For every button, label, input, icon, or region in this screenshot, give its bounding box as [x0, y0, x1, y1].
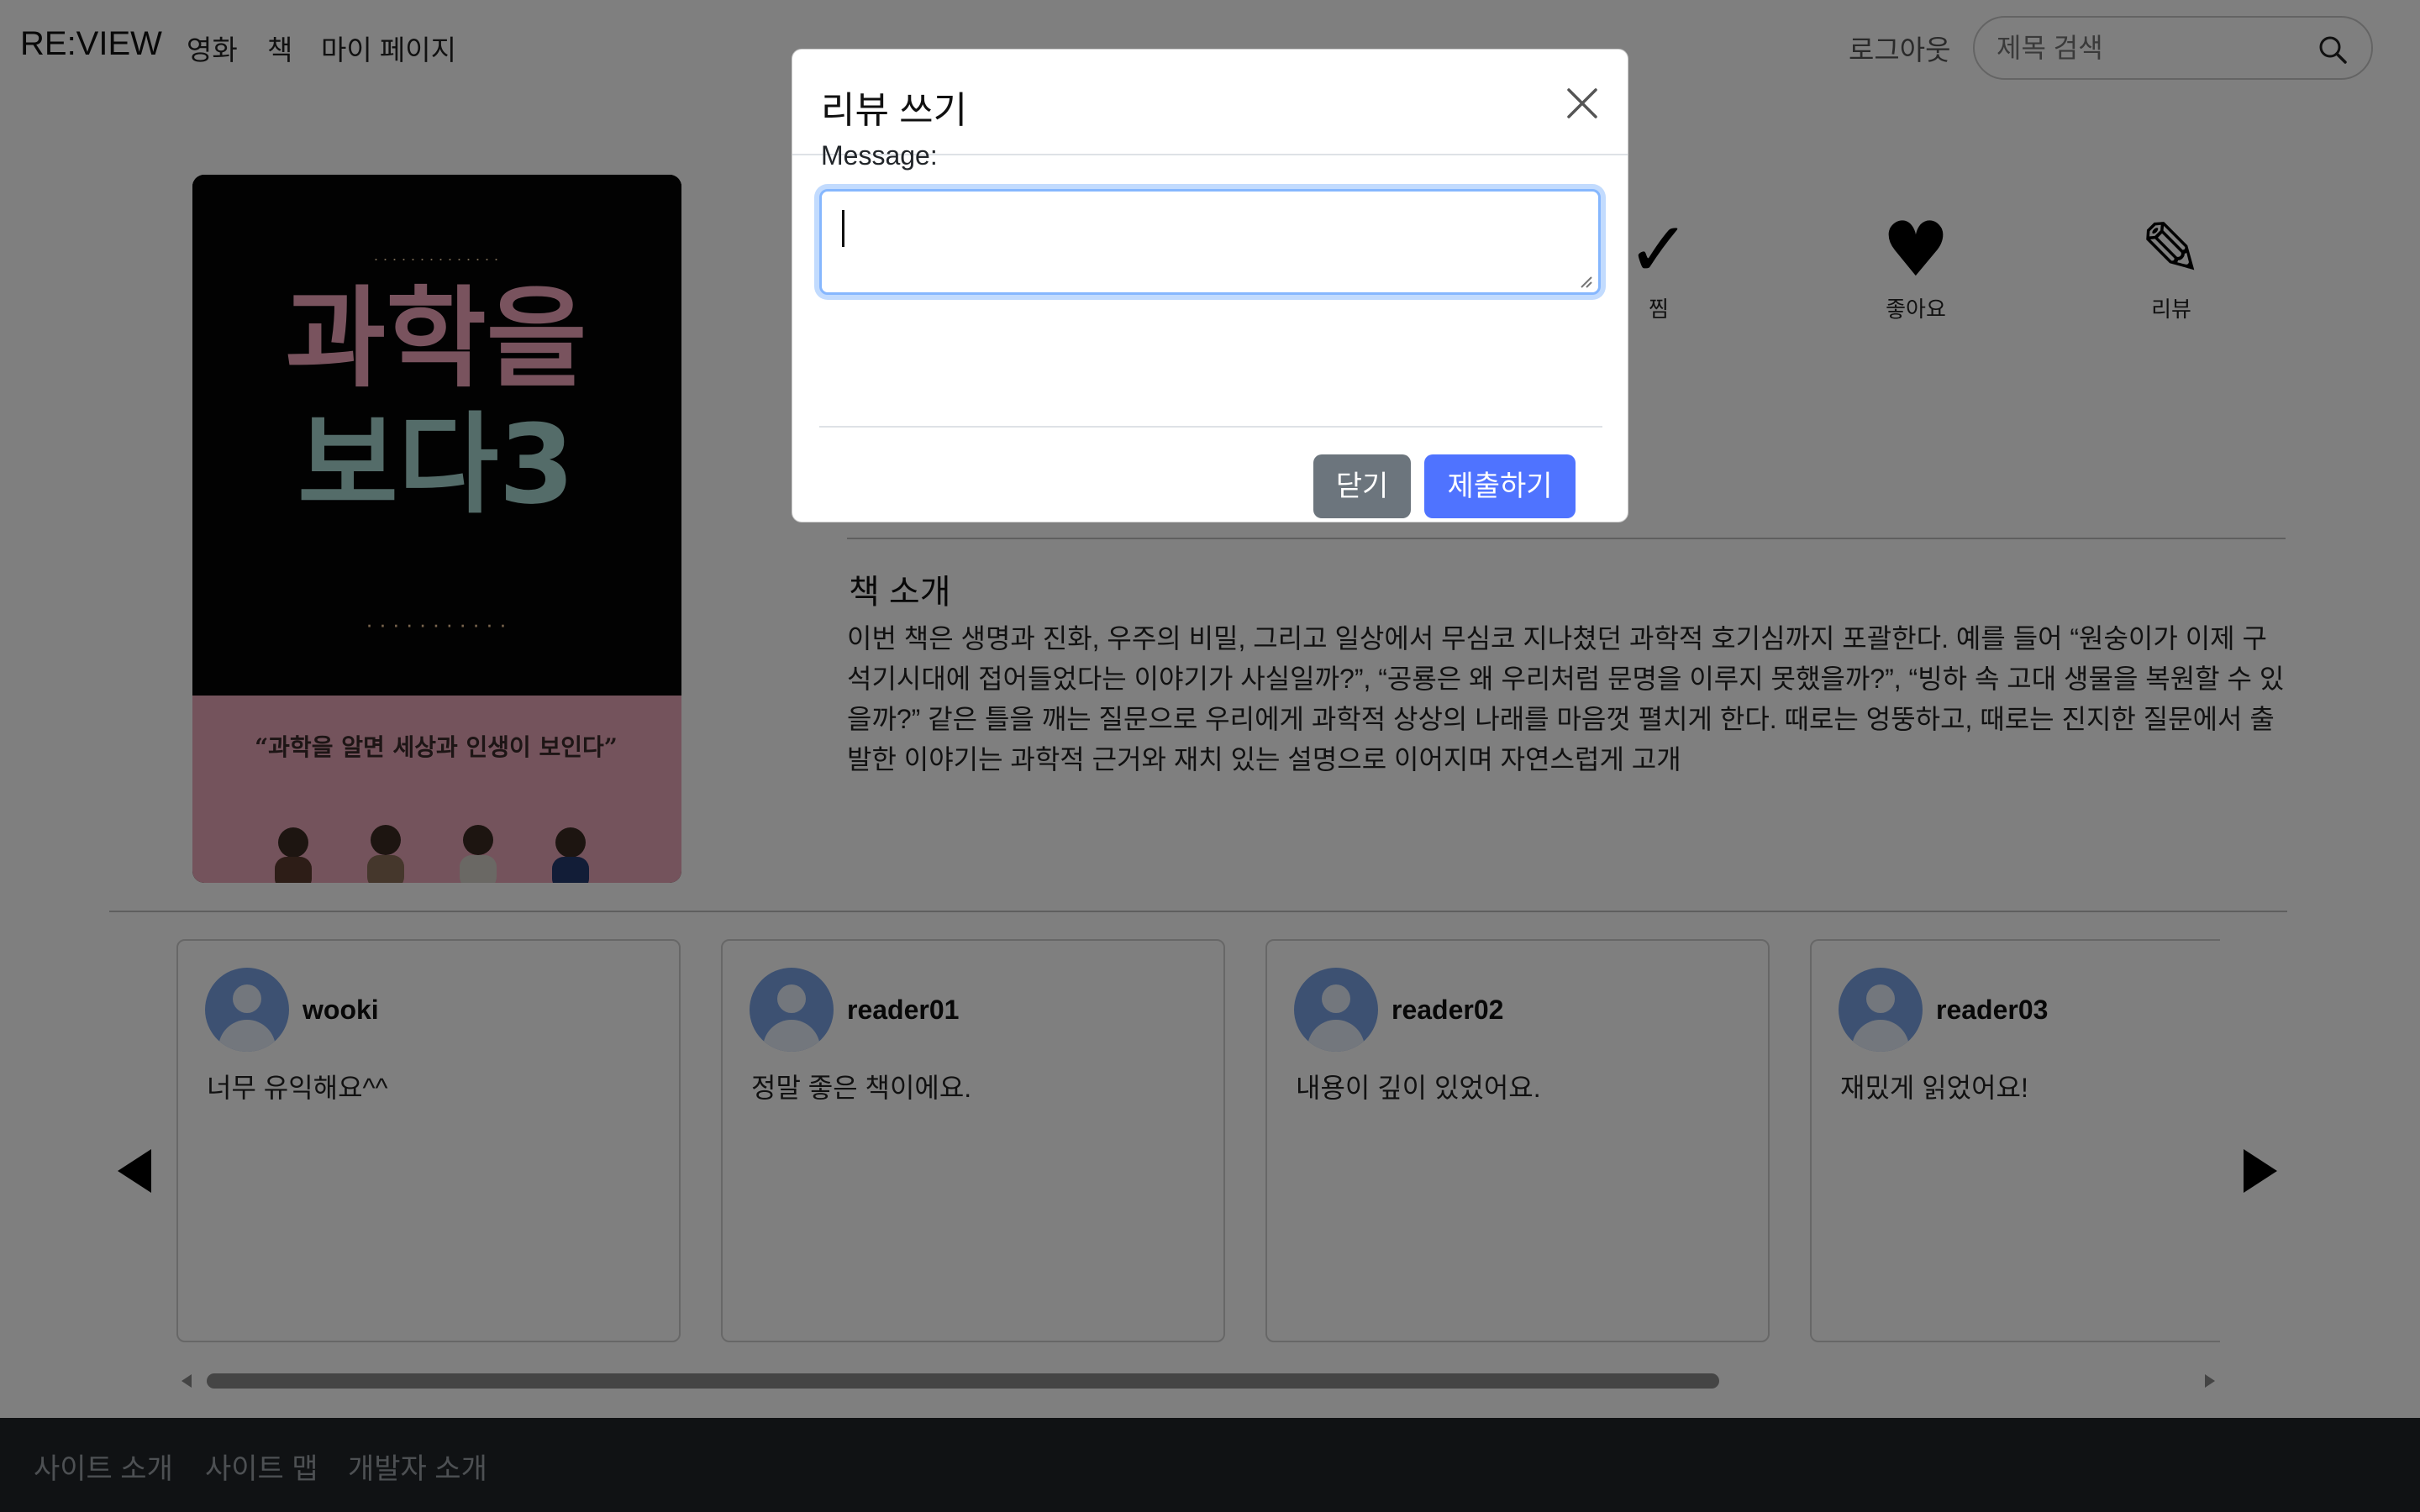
resize-handle-icon[interactable] [1578, 274, 1593, 289]
message-textarea[interactable] [819, 189, 1601, 295]
modal-title: 리뷰 쓰기 [821, 90, 968, 131]
review-modal: 리뷰 쓰기 Message: 닫기 제출하기 [792, 49, 1628, 522]
modal-divider [819, 426, 1602, 428]
message-label: Message: [821, 140, 938, 171]
close-button[interactable]: 닫기 [1313, 454, 1411, 518]
close-icon[interactable] [1560, 81, 1604, 125]
text-caret [842, 210, 844, 247]
submit-button[interactable]: 제출하기 [1424, 454, 1576, 518]
